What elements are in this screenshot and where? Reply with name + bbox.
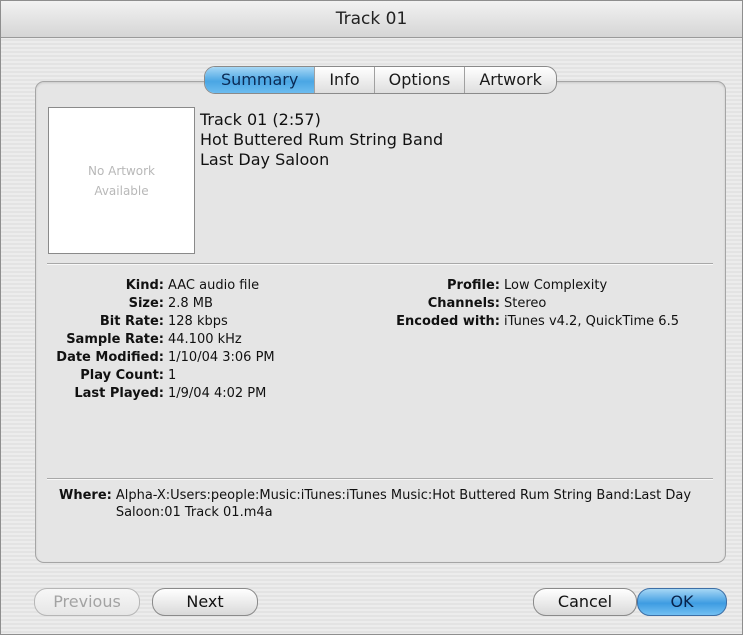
property-value: Stereo xyxy=(504,296,547,311)
divider-top xyxy=(47,263,713,265)
properties-left: Kind: AAC audio file Size: 2.8 MB Bit Ra… xyxy=(41,277,275,403)
file-location: Where: Alpha-X:Users:people:Music:iTunes… xyxy=(59,487,716,521)
properties-right: Profile: Low Complexity Channels: Stereo… xyxy=(373,277,679,331)
window-title: Track 01 xyxy=(335,9,408,29)
track-summary: Track 01 (2:57) Hot Buttered Rum String … xyxy=(200,110,443,170)
artwork-placeholder: No Artwork Available xyxy=(48,107,195,254)
previous-button[interactable]: Previous xyxy=(34,588,140,616)
track-info-window: Track 01 Summary Info Options Artwork No… xyxy=(0,0,743,635)
title-bar[interactable]: Track 01 xyxy=(1,1,742,38)
property-row: Kind: AAC audio file xyxy=(41,277,275,295)
divider-bottom xyxy=(47,478,713,480)
property-value: 128 kbps xyxy=(168,314,228,329)
artwork-placeholder-line2: Available xyxy=(94,183,149,198)
track-name-duration: Track 01 (2:57) xyxy=(200,110,321,129)
property-key: Channels: xyxy=(427,296,500,311)
property-value: 44.100 kHz xyxy=(168,332,242,347)
property-key: Last Played: xyxy=(74,386,164,401)
artwork-placeholder-line1: No Artwork xyxy=(87,163,156,178)
property-row: Sample Rate: 44.100 kHz xyxy=(41,331,275,349)
property-value: 1/9/04 4:02 PM xyxy=(168,386,267,401)
tab-artwork[interactable]: Artwork xyxy=(464,67,556,93)
property-row: Bit Rate: 128 kbps xyxy=(41,313,275,331)
property-key: Date Modified: xyxy=(56,350,164,365)
property-value: 1 xyxy=(168,368,177,383)
property-key: Encoded with: xyxy=(396,314,500,329)
property-value: iTunes v4.2, QuickTime 6.5 xyxy=(504,314,679,329)
property-value: 1/10/04 3:06 PM xyxy=(168,350,275,365)
property-row: Date Modified: 1/10/04 3:06 PM xyxy=(41,349,275,367)
property-key: Sample Rate: xyxy=(66,332,164,347)
property-key: Size: xyxy=(128,296,164,311)
tab-info[interactable]: Info xyxy=(314,67,373,93)
property-row: Size: 2.8 MB xyxy=(41,295,275,313)
property-key: Profile: xyxy=(447,278,500,293)
track-album: Last Day Saloon xyxy=(200,150,330,169)
property-row: Channels: Stereo xyxy=(373,295,679,313)
tab-bar: Summary Info Options Artwork xyxy=(204,66,557,94)
property-row: Encoded with: iTunes v4.2, QuickTime 6.5 xyxy=(373,313,679,331)
property-row: Play Count: 1 xyxy=(41,367,275,385)
property-row: Last Played: 1/9/04 4:02 PM xyxy=(41,385,275,403)
where-label: Where: xyxy=(59,488,112,503)
property-value: Low Complexity xyxy=(504,278,608,293)
property-value: AAC audio file xyxy=(168,278,260,293)
property-key: Kind: xyxy=(125,278,164,293)
property-key: Play Count: xyxy=(80,368,164,383)
property-row: Profile: Low Complexity xyxy=(373,277,679,295)
property-key: Bit Rate: xyxy=(99,314,164,329)
tab-options[interactable]: Options xyxy=(373,67,465,93)
property-value: 2.8 MB xyxy=(168,296,213,311)
cancel-button[interactable]: Cancel xyxy=(533,588,637,616)
tab-summary[interactable]: Summary xyxy=(205,67,315,93)
ok-button[interactable]: OK xyxy=(637,588,727,616)
next-button[interactable]: Next xyxy=(152,588,258,616)
where-path: Alpha-X:Users:people:Music:iTunes:iTunes… xyxy=(115,488,692,520)
track-artist: Hot Buttered Rum String Band xyxy=(200,130,444,149)
